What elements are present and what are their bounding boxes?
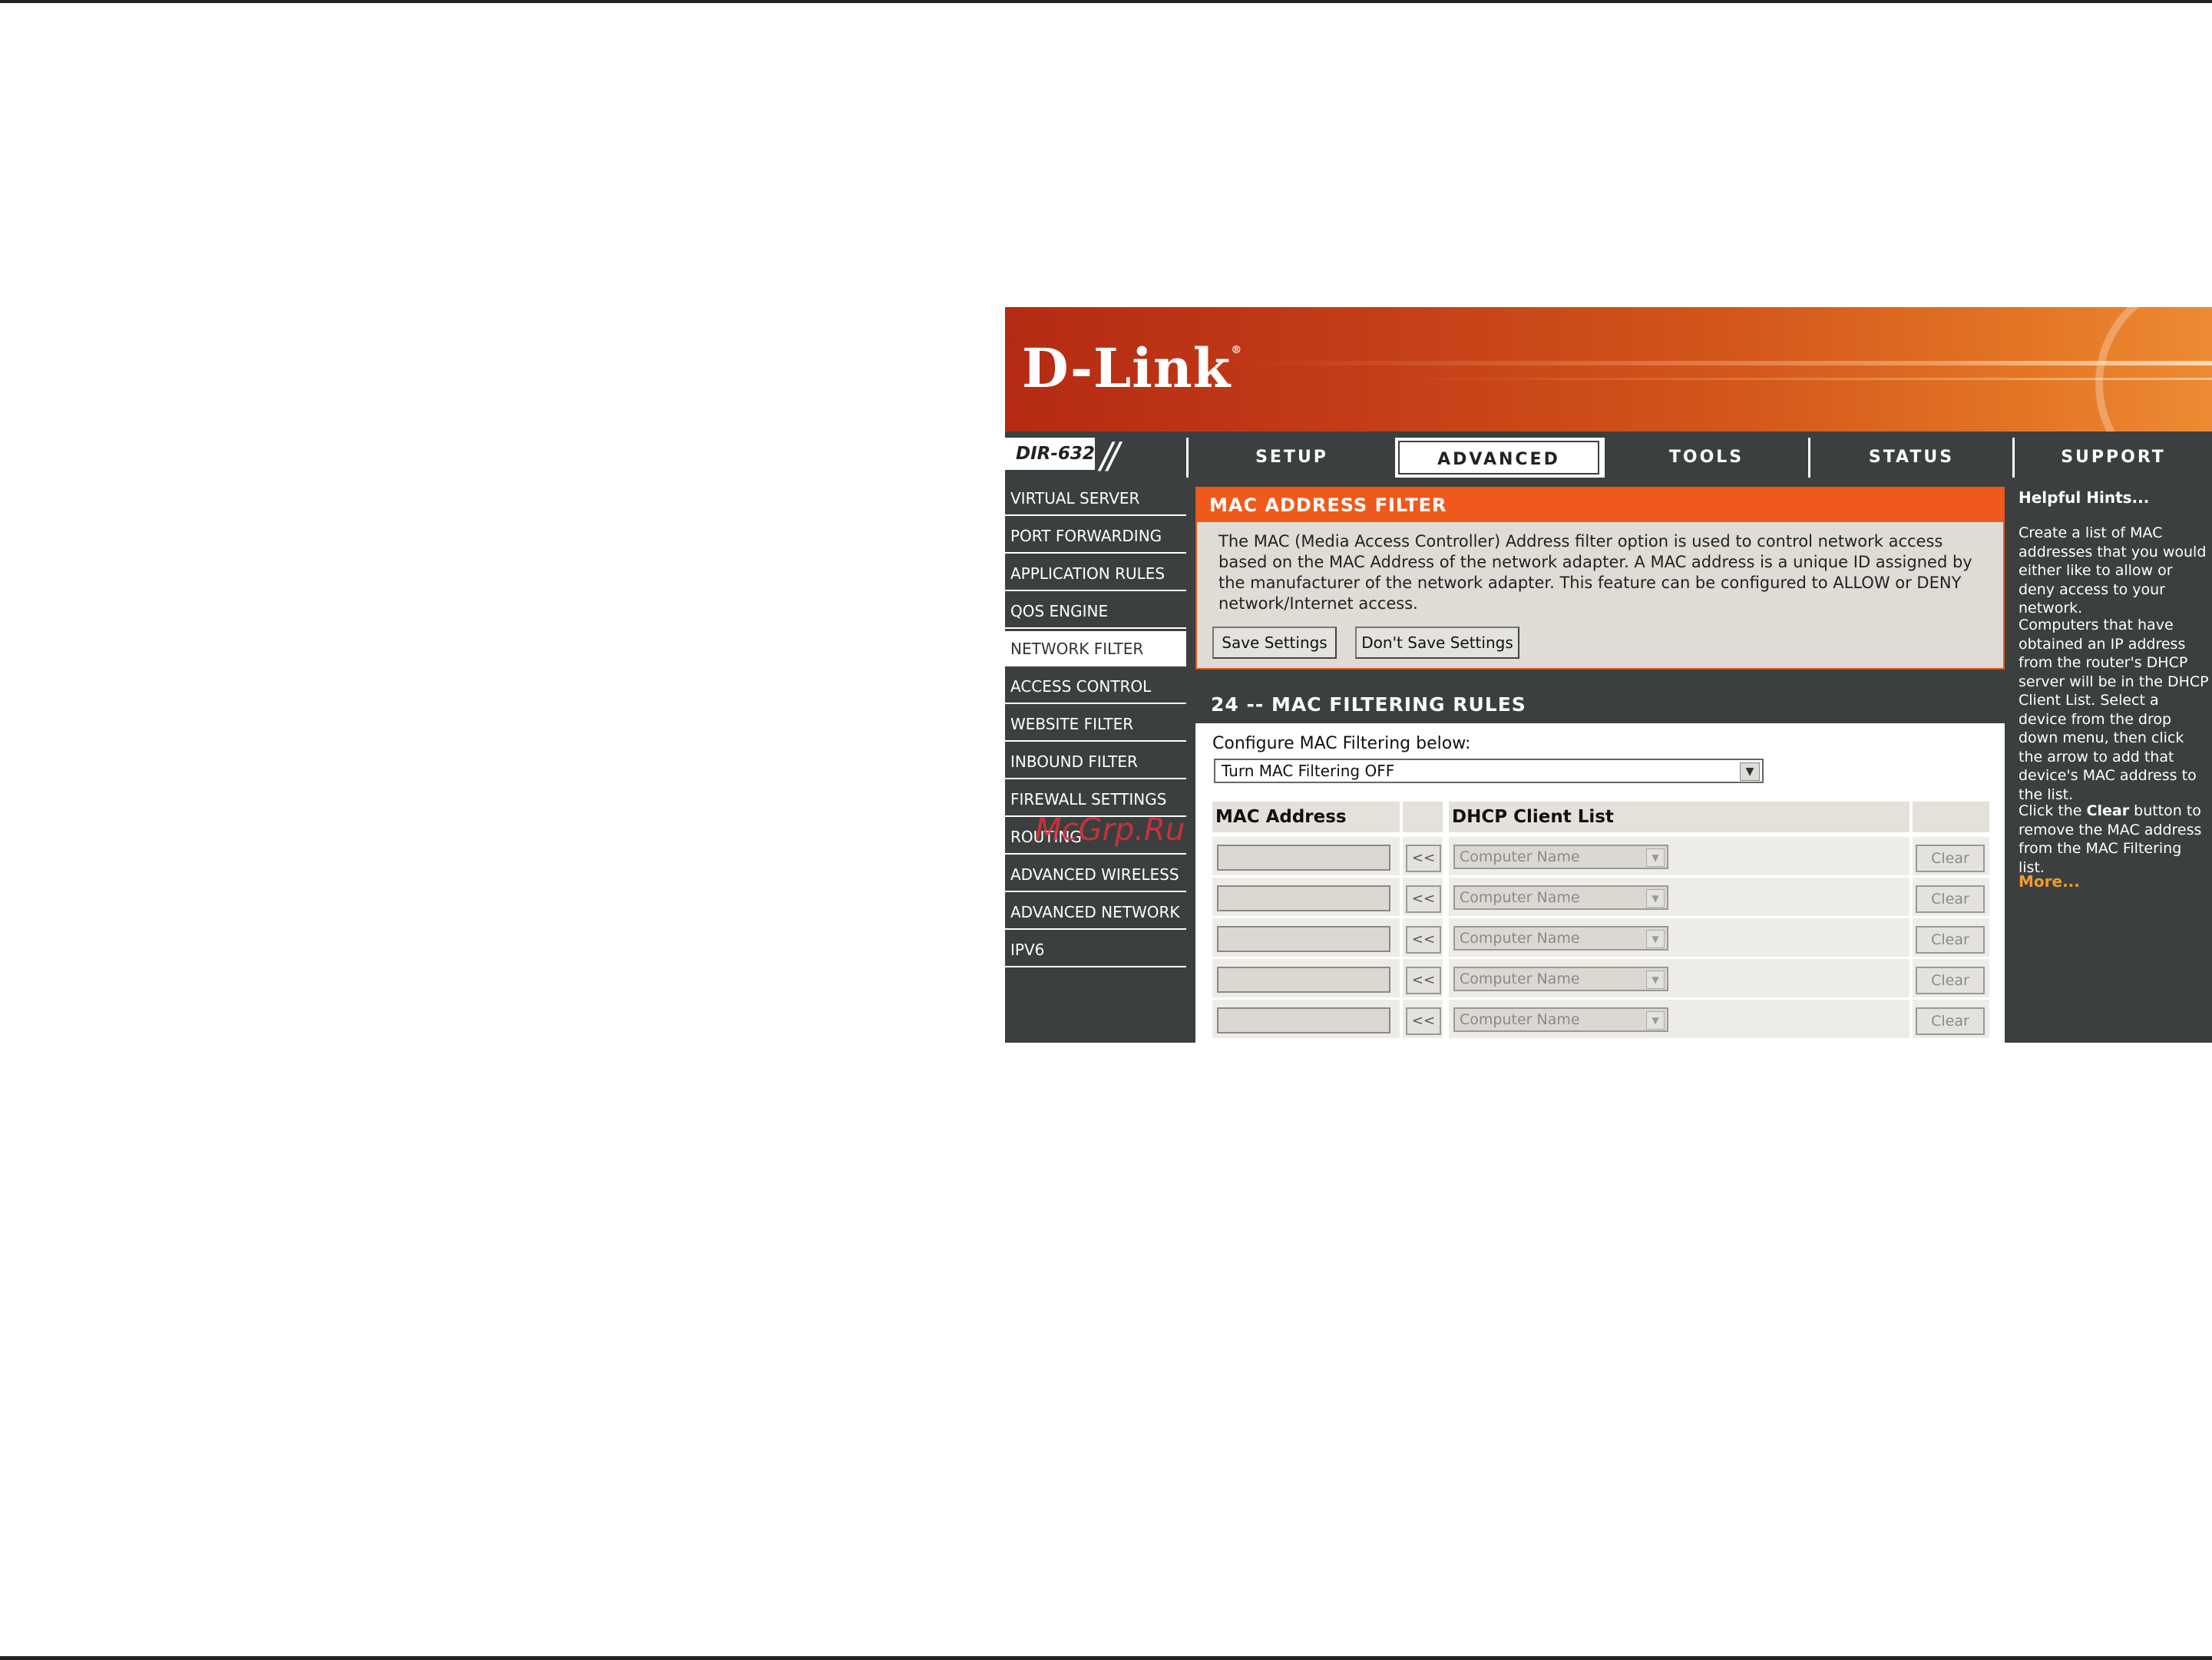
dlink-logo: D-Link® <box>1022 336 1243 400</box>
tab-tools[interactable]: TOOLS <box>1602 438 1808 478</box>
sidebar-item-advanced-network[interactable]: ADVANCED NETWORK <box>1005 894 1186 930</box>
tab-advanced[interactable]: ADVANCED <box>1395 438 1602 478</box>
model-label: DIR-632 <box>1005 438 1095 470</box>
banner-streak <box>1235 361 2212 365</box>
configure-label: Configure MAC Filtering below: <box>1212 734 1471 753</box>
sidebar-item-advanced-wireless[interactable]: ADVANCED WIRELESS <box>1005 857 1186 892</box>
banner-sweep <box>2095 307 2212 432</box>
more-link[interactable]: More... <box>2019 872 2080 891</box>
mac-address-input[interactable] <box>1217 967 1390 993</box>
sidebar-item-inbound-filter[interactable]: INBOUND FILTER <box>1005 744 1186 779</box>
mac-filter-title: MAC ADDRESS FILTER <box>1197 488 2003 522</box>
sidebar-item-port-forwarding[interactable]: PORT FORWARDING <box>1005 518 1186 554</box>
bottom-rule <box>0 1656 2212 1660</box>
helpful-hints-panel: Helpful Hints... Create a list of MAC ad… <box>2012 481 2212 1043</box>
main-content: MAC ADDRESS FILTER The MAC (Media Access… <box>1194 481 2006 1043</box>
mac-filter-mode-value: Turn MAC Filtering OFF <box>1222 762 1395 780</box>
header-spacer <box>1403 802 1443 832</box>
mac-rules-panel: 24 -- MAC FILTERING RULES Configure MAC … <box>1195 686 2005 1043</box>
chevron-down-icon: ▼ <box>1646 848 1665 867</box>
sidebar: VIRTUAL SERVER PORT FORWARDING APPLICATI… <box>1005 481 1186 970</box>
chevron-down-icon: ▼ <box>1740 762 1760 781</box>
header-dhcp-client-list: DHCP Client List <box>1449 802 1909 832</box>
table-row: << Computer Name ▼ Clear <box>1212 918 1989 957</box>
copy-mac-arrow-button[interactable]: << <box>1406 1007 1441 1035</box>
copy-mac-arrow-button[interactable]: << <box>1406 845 1441 872</box>
computer-name-placeholder: Computer Name <box>1460 889 1580 906</box>
mac-address-input[interactable] <box>1217 926 1390 952</box>
dlink-banner: D-Link® <box>1005 307 2212 432</box>
sidebar-item-website-filter[interactable]: WEBSITE FILTER <box>1005 706 1186 742</box>
table-row: << Computer Name ▼ Clear <box>1212 1000 1989 1038</box>
watermark: McGrp.Ru <box>1035 812 1185 848</box>
model-slashes: // <box>1100 435 1119 476</box>
computer-name-placeholder: Computer Name <box>1460 930 1580 947</box>
mac-rules-title: 24 -- MAC FILTERING RULES <box>1195 686 2005 725</box>
sidebar-item-virtual-server[interactable]: VIRTUAL SERVER <box>1005 481 1186 516</box>
clear-button[interactable]: Clear <box>1916 926 1985 954</box>
tab-setup[interactable]: SETUP <box>1186 438 1395 478</box>
table-row: << Computer Name ▼ Clear <box>1212 878 1989 916</box>
hint-paragraph: Click the Clear button to remove the MAC… <box>2019 802 2202 876</box>
mac-address-input[interactable] <box>1217 845 1390 871</box>
clear-button[interactable]: Clear <box>1916 1007 1985 1035</box>
chevron-down-icon: ▼ <box>1646 889 1665 908</box>
mac-filter-description: The MAC (Media Access Controller) Addres… <box>1218 532 1972 613</box>
computer-name-select[interactable]: Computer Name ▼ <box>1453 967 1668 991</box>
sidebar-item-access-control[interactable]: ACCESS CONTROL <box>1005 669 1186 704</box>
save-settings-button[interactable]: Save Settings <box>1212 627 1337 659</box>
clear-button[interactable]: Clear <box>1916 967 1985 994</box>
router-admin-window: D-Link® DIR-632 // SETUP ADVANCED TOOLS … <box>1005 307 2212 1043</box>
computer-name-select[interactable]: Computer Name ▼ <box>1453 926 1668 951</box>
hints-title: Helpful Hints... <box>2019 488 2150 507</box>
computer-name-select[interactable]: Computer Name ▼ <box>1453 1007 1668 1032</box>
computer-name-select[interactable]: Computer Name ▼ <box>1453 845 1668 869</box>
sidebar-item-application-rules[interactable]: APPLICATION RULES <box>1005 556 1186 591</box>
tab-status[interactable]: STATUS <box>1808 438 2012 478</box>
sidebar-item-ipv6[interactable]: IPV6 <box>1005 932 1186 967</box>
clear-button[interactable]: Clear <box>1916 845 1985 872</box>
table-row: << Computer Name ▼ Clear <box>1212 837 1989 875</box>
top-rule <box>0 0 2212 3</box>
header-mac-address: MAC Address <box>1212 802 1400 832</box>
tab-support[interactable]: SUPPORT <box>2012 438 2212 478</box>
computer-name-placeholder: Computer Name <box>1460 971 1580 987</box>
computer-name-placeholder: Computer Name <box>1460 1011 1580 1028</box>
mac-filter-mode-select[interactable]: Turn MAC Filtering OFF ▼ <box>1214 759 1764 783</box>
chevron-down-icon: ▼ <box>1646 1011 1665 1030</box>
sidebar-item-qos-engine[interactable]: QOS ENGINE <box>1005 594 1186 629</box>
dont-save-settings-button[interactable]: Don't Save Settings <box>1355 627 1519 659</box>
sidebar-item-network-filter[interactable]: NETWORK FILTER <box>1005 631 1186 666</box>
copy-mac-arrow-button[interactable]: << <box>1406 926 1441 954</box>
mac-address-input[interactable] <box>1217 1007 1390 1033</box>
chevron-down-icon: ▼ <box>1646 971 1665 989</box>
copy-mac-arrow-button[interactable]: << <box>1406 885 1441 913</box>
copy-mac-arrow-button[interactable]: << <box>1406 967 1441 994</box>
hint-paragraph: Computers that have obtained an IP addre… <box>2019 617 2209 803</box>
clear-button[interactable]: Clear <box>1916 885 1985 913</box>
computer-name-placeholder: Computer Name <box>1460 848 1580 865</box>
mac-address-input[interactable] <box>1217 885 1390 911</box>
chevron-down-icon: ▼ <box>1646 930 1665 948</box>
table-row: << Computer Name ▼ Clear <box>1212 959 1989 997</box>
mac-filter-panel: MAC ADDRESS FILTER The MAC (Media Access… <box>1195 487 2005 670</box>
header-spacer <box>1913 802 1989 832</box>
banner-streak <box>1389 378 2212 380</box>
computer-name-select[interactable]: Computer Name ▼ <box>1453 885 1668 910</box>
hint-paragraph: Create a list of MAC addresses that you … <box>2019 524 2207 617</box>
